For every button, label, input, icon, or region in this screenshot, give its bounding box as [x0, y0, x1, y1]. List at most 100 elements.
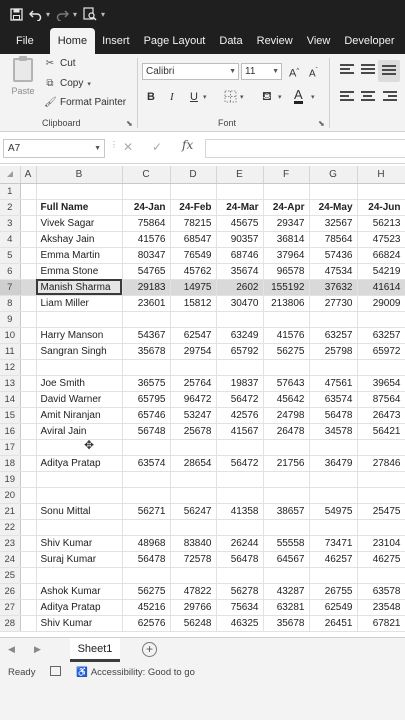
print-preview-icon[interactable]: [83, 7, 97, 21]
tab-data[interactable]: Data: [212, 28, 249, 54]
cell[interactable]: [20, 215, 37, 232]
value-cell[interactable]: [309, 359, 358, 376]
value-cell[interactable]: [122, 567, 171, 584]
borders-dropdown-icon[interactable]: ▾: [240, 91, 244, 105]
row-header[interactable]: 1: [0, 183, 21, 200]
value-cell[interactable]: [170, 487, 217, 504]
value-cell[interactable]: 90357: [216, 231, 264, 248]
value-cell[interactable]: 38657: [263, 503, 310, 520]
font-family-select[interactable]: Calibri ▼: [142, 63, 239, 80]
borders-button[interactable]: [224, 90, 237, 107]
font-size-select[interactable]: 11 ▼: [241, 63, 282, 80]
value-cell[interactable]: 65792: [216, 343, 264, 360]
underline-button[interactable]: U: [190, 90, 198, 104]
value-cell[interactable]: [357, 567, 405, 584]
value-cell[interactable]: 29009: [357, 295, 405, 312]
scroll-tabs-left-icon[interactable]: ◀: [8, 644, 15, 655]
align-left-icon[interactable]: [340, 91, 354, 103]
value-cell[interactable]: 54219: [357, 263, 405, 280]
cell[interactable]: [20, 279, 37, 296]
customize-quick-access-icon[interactable]: ▾: [101, 10, 105, 19]
name-cell[interactable]: [36, 567, 123, 584]
name-cell[interactable]: Shiv Kumar: [36, 535, 123, 552]
cell[interactable]: [20, 439, 37, 456]
align-top-icon[interactable]: [340, 64, 354, 76]
row-header[interactable]: 5: [0, 247, 21, 264]
undo-icon[interactable]: [29, 8, 42, 21]
value-cell[interactable]: [357, 359, 405, 376]
cell[interactable]: [20, 407, 37, 424]
enter-formula-icon[interactable]: ✓: [152, 140, 162, 154]
name-cell[interactable]: Harry Manson: [36, 327, 123, 344]
value-cell[interactable]: 36479: [309, 455, 358, 472]
value-cell[interactable]: 56278: [216, 583, 264, 600]
value-cell[interactable]: 56472: [216, 391, 264, 408]
value-cell[interactable]: [122, 183, 171, 200]
value-cell[interactable]: 27730: [309, 295, 358, 312]
value-cell[interactable]: 56271: [122, 503, 171, 520]
value-cell[interactable]: 155192: [263, 279, 310, 296]
name-cell[interactable]: [36, 471, 123, 488]
value-cell[interactable]: 54975: [309, 503, 358, 520]
value-cell[interactable]: 30470: [216, 295, 264, 312]
column-header[interactable]: A: [20, 166, 37, 184]
value-cell[interactable]: [357, 519, 405, 536]
cell[interactable]: [20, 551, 37, 568]
cell[interactable]: [20, 487, 37, 504]
cell[interactable]: [20, 311, 37, 328]
value-cell[interactable]: 24-May: [309, 199, 358, 216]
row-header[interactable]: 10: [0, 327, 21, 344]
row-header[interactable]: 9: [0, 311, 21, 328]
row-header[interactable]: 22: [0, 519, 21, 536]
value-cell[interactable]: 56248: [170, 615, 217, 632]
name-cell[interactable]: Aviral Jain: [36, 423, 123, 440]
format-painter-button[interactable]: 🖌 Format Painter: [44, 97, 126, 108]
name-cell[interactable]: Emma Martin: [36, 247, 123, 264]
cell[interactable]: [20, 455, 37, 472]
value-cell[interactable]: 45675: [216, 215, 264, 232]
value-cell[interactable]: 72578: [170, 551, 217, 568]
value-cell[interactable]: 64567: [263, 551, 310, 568]
value-cell[interactable]: 42576: [216, 407, 264, 424]
name-cell[interactable]: [36, 487, 123, 504]
name-cell[interactable]: Sangran Singh: [36, 343, 123, 360]
value-cell[interactable]: [309, 487, 358, 504]
value-cell[interactable]: [263, 439, 310, 456]
value-cell[interactable]: [216, 487, 264, 504]
value-cell[interactable]: 75634: [216, 599, 264, 616]
cell[interactable]: [20, 391, 37, 408]
row-header[interactable]: 24: [0, 551, 21, 568]
value-cell[interactable]: 47523: [357, 231, 405, 248]
column-header[interactable]: B: [36, 166, 123, 184]
value-cell[interactable]: [170, 183, 217, 200]
redo-icon[interactable]: [56, 8, 70, 21]
column-header[interactable]: E: [216, 166, 264, 184]
insert-function-icon[interactable]: fx: [182, 138, 193, 152]
value-cell[interactable]: 35674: [216, 263, 264, 280]
name-cell[interactable]: Aditya Pratap: [36, 599, 123, 616]
value-cell[interactable]: 53247: [170, 407, 217, 424]
column-header[interactable]: G: [309, 166, 358, 184]
value-cell[interactable]: 41614: [357, 279, 405, 296]
formula-input[interactable]: [205, 139, 405, 158]
value-cell[interactable]: 56421: [357, 423, 405, 440]
row-header[interactable]: 18: [0, 455, 21, 472]
select-all-corner[interactable]: [0, 166, 21, 184]
name-cell[interactable]: [36, 311, 123, 328]
name-cell[interactable]: Aditya Pratap: [36, 455, 123, 472]
paste-button[interactable]: Paste: [8, 56, 38, 96]
value-cell[interactable]: [170, 439, 217, 456]
value-cell[interactable]: [170, 359, 217, 376]
value-cell[interactable]: 68547: [170, 231, 217, 248]
value-cell[interactable]: 78564: [309, 231, 358, 248]
value-cell[interactable]: 65795: [122, 391, 171, 408]
value-cell[interactable]: 45762: [170, 263, 217, 280]
align-bottom-button[interactable]: [378, 60, 400, 82]
value-cell[interactable]: 24-Jun: [357, 199, 405, 216]
value-cell[interactable]: 24-Mar: [216, 199, 264, 216]
name-cell[interactable]: [36, 439, 123, 456]
name-cell[interactable]: Vivek Sagar: [36, 215, 123, 232]
column-header[interactable]: H: [357, 166, 405, 184]
value-cell[interactable]: [216, 567, 264, 584]
cancel-formula-icon[interactable]: ✕: [123, 140, 133, 154]
